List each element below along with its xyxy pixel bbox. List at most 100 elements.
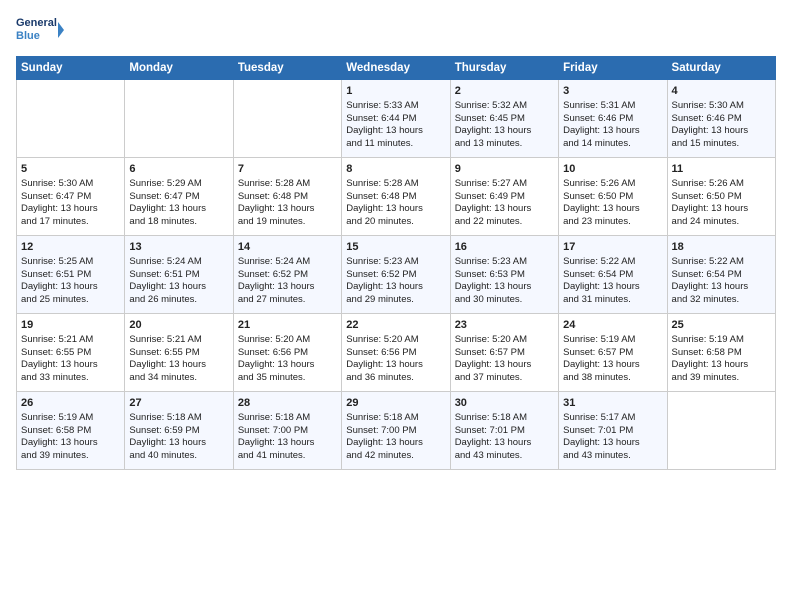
day-number: 3	[563, 84, 662, 99]
day-info: and 20 minutes.	[346, 216, 445, 229]
day-info: Daylight: 13 hours	[129, 359, 228, 372]
svg-text:Blue: Blue	[16, 30, 40, 42]
day-info: Daylight: 13 hours	[238, 203, 337, 216]
day-info: Sunrise: 5:23 AM	[346, 256, 445, 269]
day-info: Sunrise: 5:22 AM	[563, 256, 662, 269]
calendar-cell: 3Sunrise: 5:31 AMSunset: 6:46 PMDaylight…	[559, 80, 667, 158]
day-info: Sunrise: 5:29 AM	[129, 178, 228, 191]
calendar-cell: 30Sunrise: 5:18 AMSunset: 7:01 PMDayligh…	[450, 392, 558, 470]
day-info: Sunrise: 5:23 AM	[455, 256, 554, 269]
day-info: Sunrise: 5:32 AM	[455, 100, 554, 113]
day-info: and 13 minutes.	[455, 138, 554, 151]
day-info: Daylight: 13 hours	[455, 203, 554, 216]
day-number: 30	[455, 396, 554, 411]
day-info: Sunrise: 5:19 AM	[563, 334, 662, 347]
day-info: and 22 minutes.	[455, 216, 554, 229]
calendar-cell: 5Sunrise: 5:30 AMSunset: 6:47 PMDaylight…	[17, 158, 125, 236]
day-info: and 36 minutes.	[346, 372, 445, 385]
day-info: and 40 minutes.	[129, 450, 228, 463]
day-number: 10	[563, 162, 662, 177]
day-info: and 24 minutes.	[672, 216, 771, 229]
day-number: 11	[672, 162, 771, 177]
day-info: Sunrise: 5:20 AM	[238, 334, 337, 347]
day-info: Sunrise: 5:26 AM	[672, 178, 771, 191]
calendar-cell: 19Sunrise: 5:21 AMSunset: 6:55 PMDayligh…	[17, 314, 125, 392]
day-info: and 37 minutes.	[455, 372, 554, 385]
day-number: 18	[672, 240, 771, 255]
calendar-cell: 26Sunrise: 5:19 AMSunset: 6:58 PMDayligh…	[17, 392, 125, 470]
day-info: Daylight: 13 hours	[455, 359, 554, 372]
day-info: Sunset: 6:57 PM	[563, 347, 662, 360]
day-number: 19	[21, 318, 120, 333]
day-info: Sunset: 6:55 PM	[129, 347, 228, 360]
day-info: Sunrise: 5:21 AM	[129, 334, 228, 347]
calendar-cell: 4Sunrise: 5:30 AMSunset: 6:46 PMDaylight…	[667, 80, 775, 158]
day-info: Daylight: 13 hours	[21, 281, 120, 294]
day-info: Sunrise: 5:20 AM	[455, 334, 554, 347]
day-info: and 41 minutes.	[238, 450, 337, 463]
day-info: Daylight: 13 hours	[563, 281, 662, 294]
day-info: Sunset: 6:56 PM	[346, 347, 445, 360]
day-info: Sunset: 6:47 PM	[21, 191, 120, 204]
day-info: Daylight: 13 hours	[455, 437, 554, 450]
calendar-cell: 7Sunrise: 5:28 AMSunset: 6:48 PMDaylight…	[233, 158, 341, 236]
svg-text:General: General	[16, 17, 57, 29]
day-number: 27	[129, 396, 228, 411]
day-number: 21	[238, 318, 337, 333]
day-info: Daylight: 13 hours	[129, 281, 228, 294]
day-number: 17	[563, 240, 662, 255]
day-info: Daylight: 13 hours	[455, 125, 554, 138]
day-info: Sunset: 6:51 PM	[21, 269, 120, 282]
day-info: Sunset: 6:47 PM	[129, 191, 228, 204]
day-info: Sunrise: 5:26 AM	[563, 178, 662, 191]
calendar-cell: 10Sunrise: 5:26 AMSunset: 6:50 PMDayligh…	[559, 158, 667, 236]
day-number: 28	[238, 396, 337, 411]
day-info: and 26 minutes.	[129, 294, 228, 307]
day-info: and 32 minutes.	[672, 294, 771, 307]
day-number: 15	[346, 240, 445, 255]
calendar-table: SundayMondayTuesdayWednesdayThursdayFrid…	[16, 56, 776, 470]
day-info: Daylight: 13 hours	[672, 359, 771, 372]
day-info: and 38 minutes.	[563, 372, 662, 385]
day-info: Sunset: 6:53 PM	[455, 269, 554, 282]
weekday-header: Wednesday	[342, 57, 450, 80]
day-info: Sunset: 6:48 PM	[238, 191, 337, 204]
day-number: 20	[129, 318, 228, 333]
calendar-cell: 21Sunrise: 5:20 AMSunset: 6:56 PMDayligh…	[233, 314, 341, 392]
day-number: 4	[672, 84, 771, 99]
day-info: Sunset: 6:44 PM	[346, 113, 445, 126]
calendar-cell: 28Sunrise: 5:18 AMSunset: 7:00 PMDayligh…	[233, 392, 341, 470]
calendar-cell	[17, 80, 125, 158]
weekday-header: Monday	[125, 57, 233, 80]
calendar-cell: 1Sunrise: 5:33 AMSunset: 6:44 PMDaylight…	[342, 80, 450, 158]
day-info: and 35 minutes.	[238, 372, 337, 385]
day-info: Daylight: 13 hours	[563, 125, 662, 138]
calendar-cell	[233, 80, 341, 158]
weekday-header: Sunday	[17, 57, 125, 80]
day-number: 23	[455, 318, 554, 333]
day-info: Sunrise: 5:18 AM	[129, 412, 228, 425]
calendar-cell: 22Sunrise: 5:20 AMSunset: 6:56 PMDayligh…	[342, 314, 450, 392]
calendar-cell: 27Sunrise: 5:18 AMSunset: 6:59 PMDayligh…	[125, 392, 233, 470]
day-info: Sunrise: 5:28 AM	[346, 178, 445, 191]
day-info: Daylight: 13 hours	[129, 437, 228, 450]
day-info: Daylight: 13 hours	[672, 281, 771, 294]
calendar-cell: 9Sunrise: 5:27 AMSunset: 6:49 PMDaylight…	[450, 158, 558, 236]
day-info: Sunset: 7:00 PM	[238, 425, 337, 438]
header-row: SundayMondayTuesdayWednesdayThursdayFrid…	[17, 57, 776, 80]
day-number: 5	[21, 162, 120, 177]
calendar-week: 26Sunrise: 5:19 AMSunset: 6:58 PMDayligh…	[17, 392, 776, 470]
day-info: and 43 minutes.	[563, 450, 662, 463]
day-info: and 39 minutes.	[21, 450, 120, 463]
day-info: Sunrise: 5:30 AM	[21, 178, 120, 191]
day-info: Sunrise: 5:20 AM	[346, 334, 445, 347]
day-number: 9	[455, 162, 554, 177]
calendar-cell: 8Sunrise: 5:28 AMSunset: 6:48 PMDaylight…	[342, 158, 450, 236]
day-info: Sunrise: 5:18 AM	[455, 412, 554, 425]
day-number: 2	[455, 84, 554, 99]
day-info: Daylight: 13 hours	[21, 437, 120, 450]
calendar-week: 5Sunrise: 5:30 AMSunset: 6:47 PMDaylight…	[17, 158, 776, 236]
day-number: 29	[346, 396, 445, 411]
day-info: Daylight: 13 hours	[563, 359, 662, 372]
calendar-cell: 17Sunrise: 5:22 AMSunset: 6:54 PMDayligh…	[559, 236, 667, 314]
